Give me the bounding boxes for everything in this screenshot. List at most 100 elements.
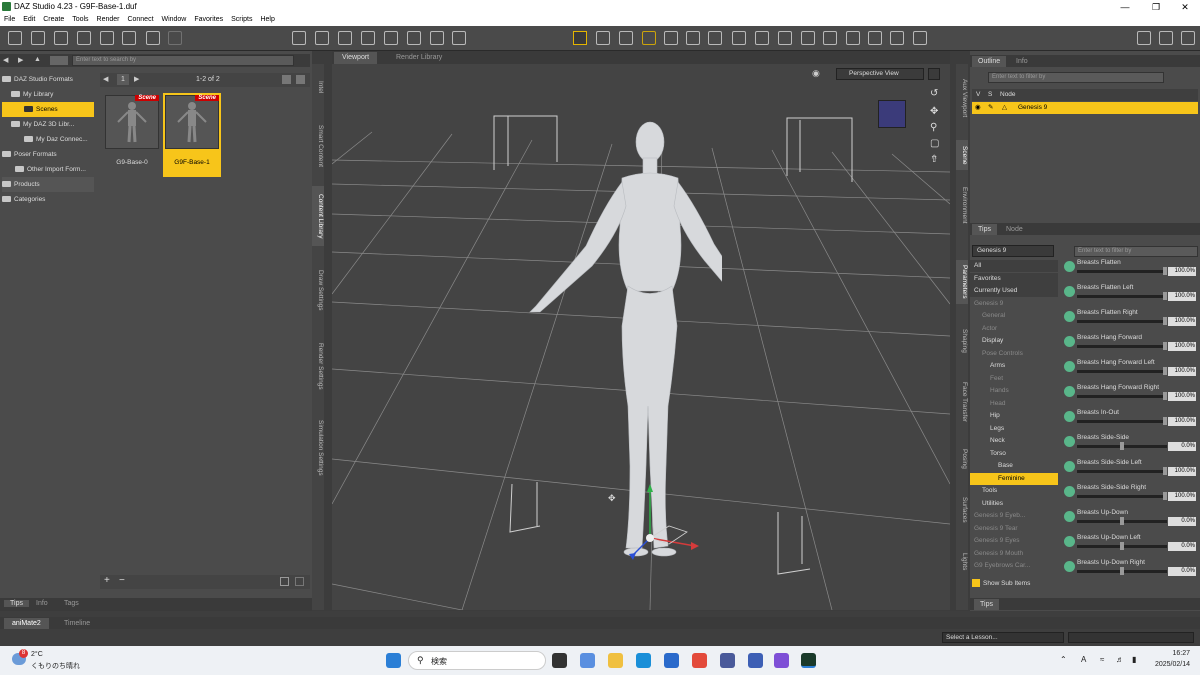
back-icon[interactable]: ◀ (3, 56, 11, 65)
side-tab-surfaces[interactable]: Surfaces (956, 492, 968, 528)
side-tab-content-library[interactable]: Content Library (312, 186, 324, 246)
null-icon[interactable] (430, 31, 444, 45)
daz-taskbar-icon[interactable] (801, 653, 816, 668)
side-tab-lights[interactable]: Lights (956, 548, 968, 576)
remove-icon[interactable]: − (119, 575, 125, 586)
parameter-value[interactable]: 0.0% (1168, 542, 1196, 551)
side-tab-parameters[interactable]: Parameters (956, 260, 968, 304)
parameter-slider[interactable]: Breasts Hang Forward Left 100.0% (1063, 359, 1198, 383)
parameter-value[interactable]: 0.0% (1168, 567, 1196, 576)
tree-item-poser-formats[interactable]: Poser Formats (2, 147, 94, 162)
side-tab-smart-content[interactable]: Smart Content (312, 116, 324, 176)
translate-tool-icon[interactable] (596, 31, 610, 45)
merge-icon[interactable] (54, 31, 68, 45)
side-tab-draw-settings[interactable]: Draw Settings (312, 262, 324, 318)
distant-light-icon[interactable] (338, 31, 352, 45)
parameter-group-item[interactable]: Favorites (970, 272, 1058, 285)
parameter-value[interactable]: 100.0% (1168, 417, 1196, 426)
parameter-value[interactable]: 0.0% (1168, 517, 1196, 526)
page-next-icon[interactable]: ▶ (134, 75, 139, 83)
slider-knob[interactable] (1163, 467, 1167, 475)
parameter-slider[interactable]: Breasts In-Out 100.0% (1063, 409, 1198, 433)
parameter-group-item[interactable]: Legs (970, 423, 1058, 435)
grid-view-icon[interactable] (282, 75, 291, 84)
slider-track[interactable] (1077, 420, 1167, 423)
tab-timeline[interactable]: Timeline (64, 618, 90, 629)
tab-tags[interactable]: Tags (64, 600, 79, 607)
export-icon[interactable] (122, 31, 136, 45)
slider-track[interactable] (1077, 495, 1167, 498)
tree-item-daz-studio-formats[interactable]: DAZ Studio Formats (2, 72, 94, 87)
tab-render-library[interactable]: Render Library (388, 52, 450, 64)
parameter-slider[interactable]: Breasts Up-Down Left 0.0% (1063, 534, 1198, 558)
side-tab-simulation-settings[interactable]: Simulation Settings (312, 414, 324, 482)
slider-knob[interactable] (1120, 542, 1124, 550)
parameter-value[interactable]: 0.0% (1168, 442, 1196, 451)
select-tool-icon[interactable] (619, 31, 633, 45)
region-nav-icon[interactable] (868, 31, 882, 45)
settings-icon[interactable] (1181, 31, 1195, 45)
tree-item-scenes[interactable]: Scenes (2, 102, 94, 117)
close-button[interactable]: ✕ (1170, 1, 1200, 13)
menu-window[interactable]: Window (161, 14, 186, 26)
parameter-group-item[interactable]: Torso (970, 448, 1058, 460)
parameter-group-item[interactable]: Hip (970, 410, 1058, 422)
tab-tips[interactable]: Tips (972, 224, 997, 235)
app-icon-3[interactable] (774, 653, 789, 668)
slider-knob[interactable] (1163, 317, 1167, 325)
slider-track[interactable] (1077, 295, 1167, 298)
parameter-filter-input[interactable]: Enter text to filter by (1074, 246, 1198, 257)
clock-date[interactable]: 2025/02/14 (1148, 661, 1190, 668)
slider-knob[interactable] (1120, 517, 1124, 525)
menu-edit[interactable]: Edit (23, 14, 35, 26)
edge-icon[interactable] (636, 653, 651, 668)
tree-item-my-daz-connect[interactable]: My Daz Connec... (2, 132, 94, 147)
side-tab-shaping[interactable]: Shaping (956, 324, 968, 358)
refresh-icon[interactable] (295, 577, 304, 586)
parameter-value[interactable]: 100.0% (1168, 367, 1196, 376)
slider-track[interactable] (1077, 395, 1167, 398)
slider-knob[interactable] (1163, 392, 1167, 400)
parameter-slider[interactable]: Breasts Hang Forward 100.0% (1063, 334, 1198, 358)
tab-tips[interactable]: Tips (4, 600, 29, 607)
scale-tool-icon[interactable] (708, 31, 722, 45)
tab-node[interactable]: Node (1006, 224, 1023, 235)
lesson-dropdown[interactable]: Select a Lesson... (942, 632, 1064, 643)
parameter-slider[interactable]: Breasts Side-Side Right 100.0% (1063, 484, 1198, 508)
parameter-group-item[interactable]: Feet (970, 373, 1058, 385)
add-icon[interactable]: + (104, 575, 110, 586)
slider-track[interactable] (1077, 270, 1167, 273)
point-light-icon[interactable] (361, 31, 375, 45)
library-item-selected[interactable]: Scene G9F-Base-1 (163, 93, 221, 177)
eye-icon[interactable]: ◉ (975, 102, 981, 114)
menu-render[interactable]: Render (97, 14, 120, 26)
scene-node-row[interactable]: ◉ ✎ △ Genesis 9 (972, 102, 1198, 114)
page-prev-icon[interactable]: ◀ (103, 75, 108, 83)
parameter-value[interactable]: 100.0% (1168, 492, 1196, 501)
camera-create-icon[interactable] (407, 31, 421, 45)
slider-knob[interactable] (1120, 442, 1124, 450)
import-icon[interactable] (100, 31, 114, 45)
taskbar-search[interactable]: ⚲ 検索 (408, 651, 546, 670)
scene-filter-input[interactable]: Enter text to filter by (988, 72, 1164, 83)
slider-knob[interactable] (1163, 492, 1167, 500)
menu-favorites[interactable]: Favorites (194, 14, 223, 26)
parameter-group-item[interactable]: Head (970, 398, 1058, 410)
slider-track[interactable] (1077, 370, 1167, 373)
list-view-icon[interactable] (296, 75, 305, 84)
tab-outline[interactable]: Outline (972, 56, 1007, 67)
tree-item-categories[interactable]: Categories (2, 192, 94, 207)
task-view-icon[interactable] (552, 653, 567, 668)
node-selector-dropdown[interactable]: Genesis 9 (972, 245, 1054, 257)
home-icon[interactable] (1137, 31, 1151, 45)
parameter-group-item[interactable]: Neck (970, 435, 1058, 447)
parameter-group-item[interactable]: Genesis 9 (970, 298, 1058, 310)
create-figure-icon[interactable] (292, 31, 306, 45)
view-mode-icon[interactable] (50, 56, 68, 65)
parameter-group-item[interactable]: Hands (970, 385, 1058, 397)
orbit-icon[interactable]: ↺ (930, 88, 938, 99)
side-tab-posing[interactable]: Posing (956, 444, 968, 474)
side-tab-scene[interactable]: Scene (956, 140, 968, 170)
parameter-value[interactable]: 100.0% (1168, 392, 1196, 401)
parameter-value[interactable]: 100.0% (1168, 467, 1196, 476)
